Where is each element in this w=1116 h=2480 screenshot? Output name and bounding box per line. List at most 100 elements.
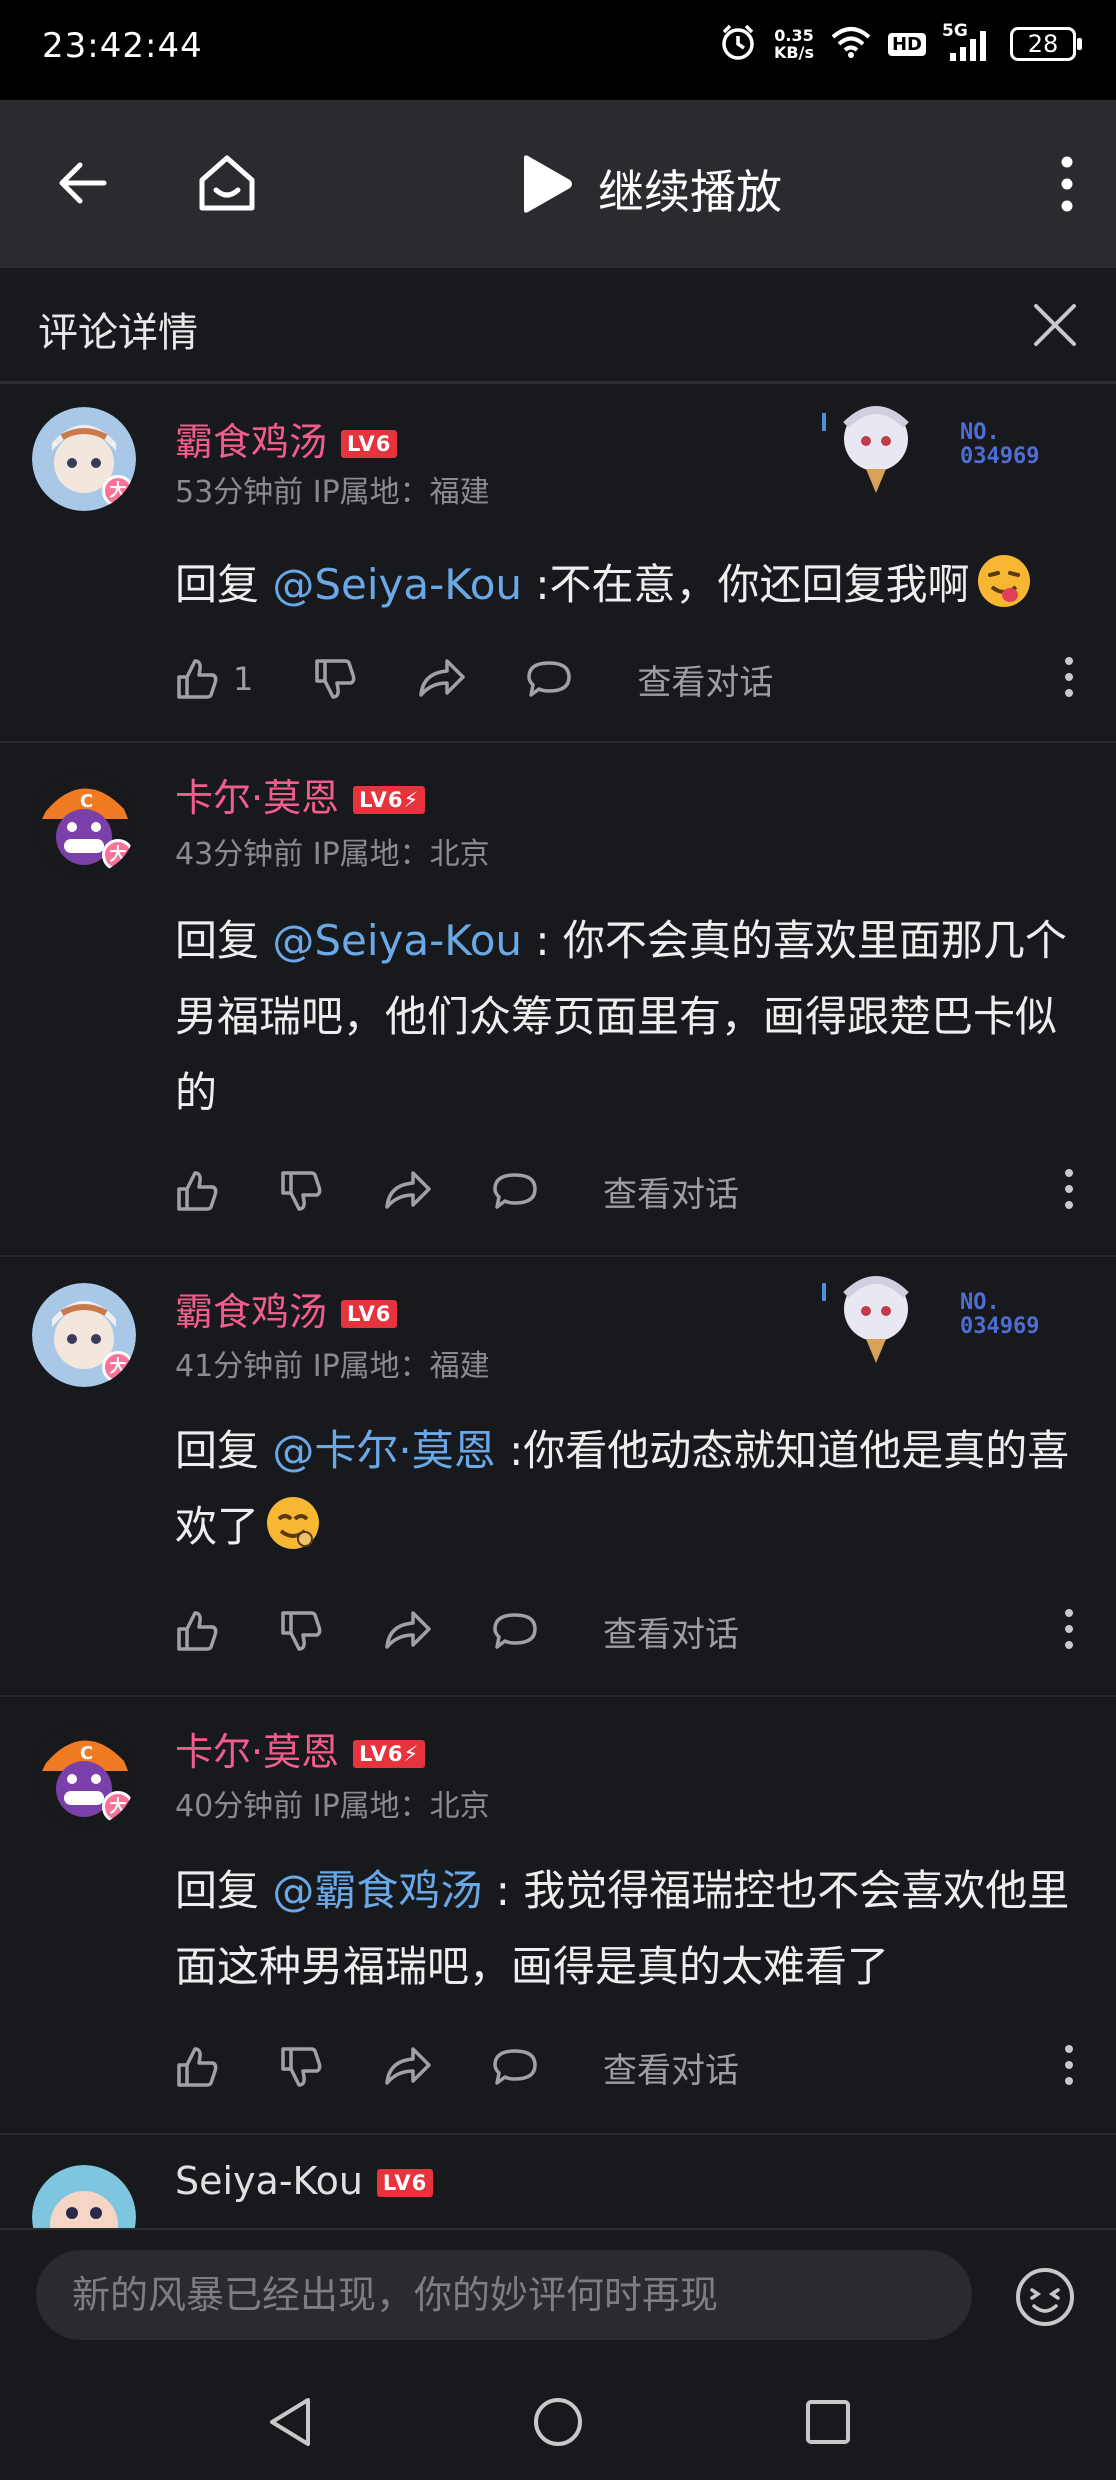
username[interactable]: 霸食鸡汤 LV6 xyxy=(175,411,398,466)
comment-more-icon[interactable] xyxy=(1064,655,1074,703)
reply-button[interactable] xyxy=(491,1169,539,1213)
dislike-button[interactable] xyxy=(313,657,357,701)
username[interactable]: 卡尔·莫恩 LV6⚡ xyxy=(175,1721,426,1776)
share-button[interactable] xyxy=(383,1169,431,1213)
avatar-badge: 大 xyxy=(102,1791,134,1823)
avatar-pendant: NO. 034969 xyxy=(820,1265,1060,1365)
reply-prefix: 回复 xyxy=(175,916,273,965)
home-icon[interactable] xyxy=(196,152,258,218)
drooling-emoji-icon xyxy=(265,1495,321,1551)
username-text[interactable]: 卡尔·莫恩 xyxy=(175,776,339,820)
comment-bubble-icon xyxy=(527,661,572,697)
avatar[interactable]: C 大 xyxy=(32,1723,136,1827)
back-arrow-icon[interactable] xyxy=(54,155,110,215)
dislike-button[interactable] xyxy=(279,2045,323,2089)
view-conversation-link[interactable]: 查看对话 xyxy=(637,655,773,704)
avatar-badge: 大 xyxy=(102,839,134,871)
net-speed-unit: KB/s xyxy=(774,43,814,62)
like-button[interactable] xyxy=(175,1169,219,1213)
mention-link[interactable]: @卡尔·莫恩 xyxy=(272,1426,495,1475)
share-button[interactable] xyxy=(383,1609,431,1653)
pendant-character-icon xyxy=(822,406,909,493)
reply-button[interactable] xyxy=(491,2045,539,2089)
thumbs-up-icon xyxy=(177,1611,218,1651)
comment-time: 41分钟前 xyxy=(175,1349,304,1384)
mention-link[interactable]: @Seiya-Kou xyxy=(272,916,522,965)
net-speed-value: 0.35 xyxy=(774,26,814,45)
comment-actions: 查看对话 xyxy=(175,2037,1075,2097)
view-conversation-link[interactable]: 查看对话 xyxy=(603,1607,739,1656)
share-button[interactable] xyxy=(417,657,466,701)
username[interactable]: Seiya-Kou LV6 xyxy=(175,2159,434,2203)
dislike-button[interactable] xyxy=(279,1169,323,1213)
view-conversation-link[interactable]: 查看对话 xyxy=(603,1167,739,1216)
like-button[interactable] xyxy=(175,2045,219,2089)
level-badge: LV6 xyxy=(376,2169,434,2197)
username-text[interactable]: 卡尔·莫恩 xyxy=(175,1730,339,1774)
username[interactable]: 卡尔·莫恩 LV6⚡ xyxy=(175,767,426,822)
comment-meta: 53分钟前 IP属地：福建 xyxy=(175,467,490,511)
comment-time: 53分钟前 xyxy=(175,475,304,510)
avatar[interactable]: 大 xyxy=(32,1283,136,1387)
comment-detail-title: 评论详情 xyxy=(38,310,198,356)
continue-play-title[interactable]: 继续播放 xyxy=(598,156,782,222)
comment-meta: 41分钟前 IP属地：福建 xyxy=(175,1341,490,1385)
pendant-number: NO. 034969 xyxy=(960,420,1040,469)
username-text[interactable]: 霸食鸡汤 xyxy=(175,1290,327,1334)
emoji-picker-icon[interactable] xyxy=(1014,2266,1076,2332)
reply-button[interactable] xyxy=(525,657,573,701)
comment-more-icon[interactable] xyxy=(1064,2043,1074,2091)
svg-text:C: C xyxy=(80,1743,93,1764)
reply-prefix: 回复 xyxy=(175,1426,273,1475)
level-badge: LV6⚡ xyxy=(353,786,426,814)
mention-link[interactable]: @Seiya-Kou xyxy=(272,560,522,609)
comment-meta: 40分钟前 IP属地：北京 xyxy=(175,1781,490,1825)
thumbs-up-icon xyxy=(177,2047,218,2087)
avatar[interactable] xyxy=(32,2165,136,2228)
dislike-button[interactable] xyxy=(279,1609,323,1653)
comment-item: 大 霸食鸡汤 LV6 NO. 034969 53分钟前 IP属地：福建 回复 @S… xyxy=(0,387,1116,743)
hd-badge: HD xyxy=(887,32,926,56)
system-nav-bar xyxy=(0,2364,1116,2480)
thumbs-down-icon xyxy=(281,2047,322,2087)
username-text[interactable]: 霸食鸡汤 xyxy=(175,420,327,464)
comment-item: Seiya-Kou LV6 xyxy=(0,2135,1116,2228)
share-arrow-icon xyxy=(385,1611,431,1649)
like-count: 1 xyxy=(233,660,254,698)
top-bar: 继续播放 xyxy=(0,100,1116,268)
ip-location: IP属地：福建 xyxy=(312,1349,490,1384)
play-icon[interactable] xyxy=(518,154,574,218)
username[interactable]: 霸食鸡汤 LV6 xyxy=(175,1281,398,1336)
nav-home-icon[interactable] xyxy=(530,2394,586,2454)
close-icon[interactable] xyxy=(1032,302,1078,352)
comment-actions: 查看对话 xyxy=(175,1601,1075,1661)
comment-more-icon[interactable] xyxy=(1064,1607,1074,1655)
share-button[interactable] xyxy=(383,2045,431,2089)
avatar[interactable]: C 大 xyxy=(32,771,136,875)
nav-back-icon[interactable] xyxy=(264,2394,316,2454)
share-arrow-icon xyxy=(385,2047,431,2085)
like-button[interactable]: 1 xyxy=(175,657,253,701)
comment-time: 40分钟前 xyxy=(175,1789,304,1824)
like-button[interactable] xyxy=(175,1609,219,1653)
comment-item: 大 霸食鸡汤 LV6 NO. 034969 41分钟前 IP属地：福建 回复 @卡… xyxy=(0,1257,1116,1697)
mention-link[interactable]: @霸食鸡汤 xyxy=(272,1866,482,1915)
avatar[interactable]: 大 xyxy=(32,407,136,511)
username-text[interactable]: Seiya-Kou xyxy=(175,2159,363,2203)
comment-item: C 大 卡尔·莫恩 LV6⚡ 40分钟前 IP属地：北京 回复 @霸食鸡汤 : 我… xyxy=(0,1697,1116,2135)
thumbs-up-icon xyxy=(177,659,218,699)
reply-button[interactable] xyxy=(491,1609,539,1653)
comment-text: 回复 @霸食鸡汤 : 我觉得福瑞控也不会喜欢他里面这种男福瑞吧，画得是真的太难看… xyxy=(175,1853,1085,2005)
avatar-pendant: NO. 034969 xyxy=(820,395,1060,495)
tongue-emoji-icon xyxy=(976,553,1032,609)
nav-recents-icon[interactable] xyxy=(800,2394,856,2454)
comment-more-icon[interactable] xyxy=(1064,1167,1074,1215)
ip-location: IP属地：福建 xyxy=(312,475,490,510)
status-icons: 0.35 KB/s HD 5G 28 xyxy=(718,21,1082,66)
battery-indicator: 28 xyxy=(1010,27,1082,61)
svg-text:C: C xyxy=(80,791,93,812)
comment-input[interactable]: 新的风暴已经出现，你的妙评何时再现 xyxy=(36,2250,972,2340)
comment-text: 回复 @卡尔·莫恩 :你看他动态就知道他是真的喜欢了 xyxy=(175,1413,1085,1565)
view-conversation-link[interactable]: 查看对话 xyxy=(603,2043,739,2092)
more-options-icon[interactable] xyxy=(1060,154,1074,218)
